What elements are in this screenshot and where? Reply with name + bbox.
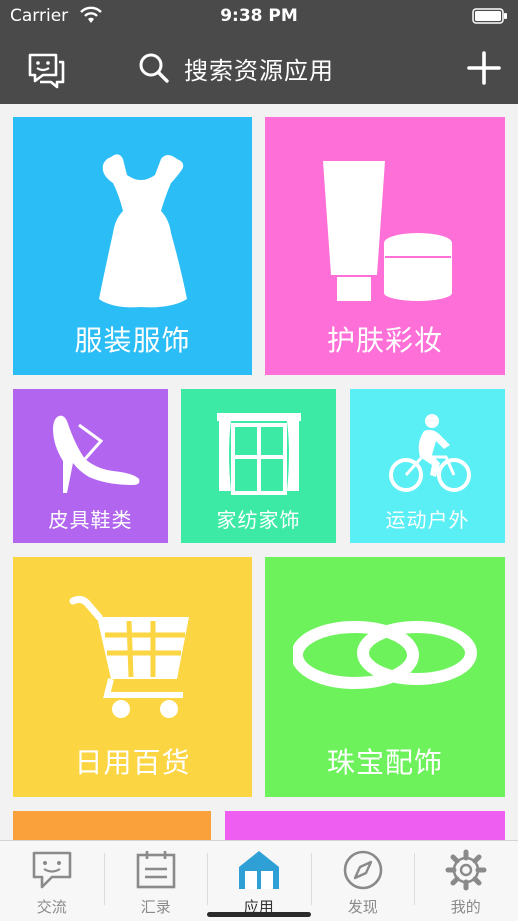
plus-icon[interactable] [466, 50, 502, 86]
category-tile-daily-goods[interactable]: 日用百货 [13, 557, 252, 797]
tab-label: 交流 [36, 898, 67, 916]
tab-discover[interactable]: 发现 [311, 841, 415, 921]
chat-face-icon[interactable] [26, 50, 66, 90]
high-heel-icon [53, 415, 140, 493]
nav-bar: 搜索资源应用 [0, 32, 518, 104]
tab-apps[interactable]: 应用 [207, 841, 311, 921]
tab-label: 汇录 [140, 898, 171, 916]
house-icon [238, 851, 279, 889]
rings-icon [293, 621, 477, 689]
tab-label: 发现 [347, 898, 378, 916]
tab-records[interactable]: 汇录 [104, 841, 208, 921]
dress-icon [99, 154, 187, 308]
status-bar: Carrier 9:38 PM [0, 0, 518, 32]
compass-icon [343, 850, 383, 890]
category-tile-cosmetics[interactable]: 护肤彩妆 [265, 117, 505, 375]
shopping-cart-icon [69, 595, 189, 718]
battery-icon [472, 8, 507, 24]
search-icon [139, 53, 169, 83]
chat-bubble-icon [32, 851, 72, 889]
category-label: 运动户外 [385, 508, 470, 532]
category-tile-sports-outdoor[interactable]: 运动户外 [350, 389, 505, 543]
clock-label: 9:38 PM [220, 6, 298, 26]
category-tile-jewelry[interactable]: 珠宝配饰 [265, 557, 505, 797]
category-label: 护肤彩妆 [326, 324, 443, 357]
tab-chat[interactable]: 交流 [0, 841, 104, 921]
category-tile-clothing[interactable]: 服装服饰 [13, 117, 252, 375]
search-bar[interactable]: 搜索资源应用 [138, 50, 334, 86]
cyclist-icon [389, 414, 471, 492]
search-placeholder: 搜索资源应用 [184, 56, 334, 85]
curtain-window-icon [217, 413, 301, 495]
cosmetics-icon [323, 161, 452, 301]
gear-icon [445, 849, 487, 891]
home-indicator [207, 912, 311, 917]
category-label: 日用百货 [74, 746, 191, 779]
category-tile-home-textile[interactable]: 家纺家饰 [181, 389, 336, 543]
category-label: 家纺家饰 [216, 508, 301, 532]
tab-bar: 交流 汇录 应用 发现 我的 [0, 840, 518, 921]
category-tile-leather-shoes[interactable]: 皮具鞋类 [13, 389, 168, 543]
calendar-icon [136, 851, 176, 889]
category-label: 珠宝配饰 [326, 746, 443, 779]
category-label: 皮具鞋类 [48, 508, 133, 532]
category-label: 服装服饰 [74, 324, 191, 357]
tab-label: 我的 [450, 898, 481, 916]
tab-mine[interactable]: 我的 [414, 841, 518, 921]
